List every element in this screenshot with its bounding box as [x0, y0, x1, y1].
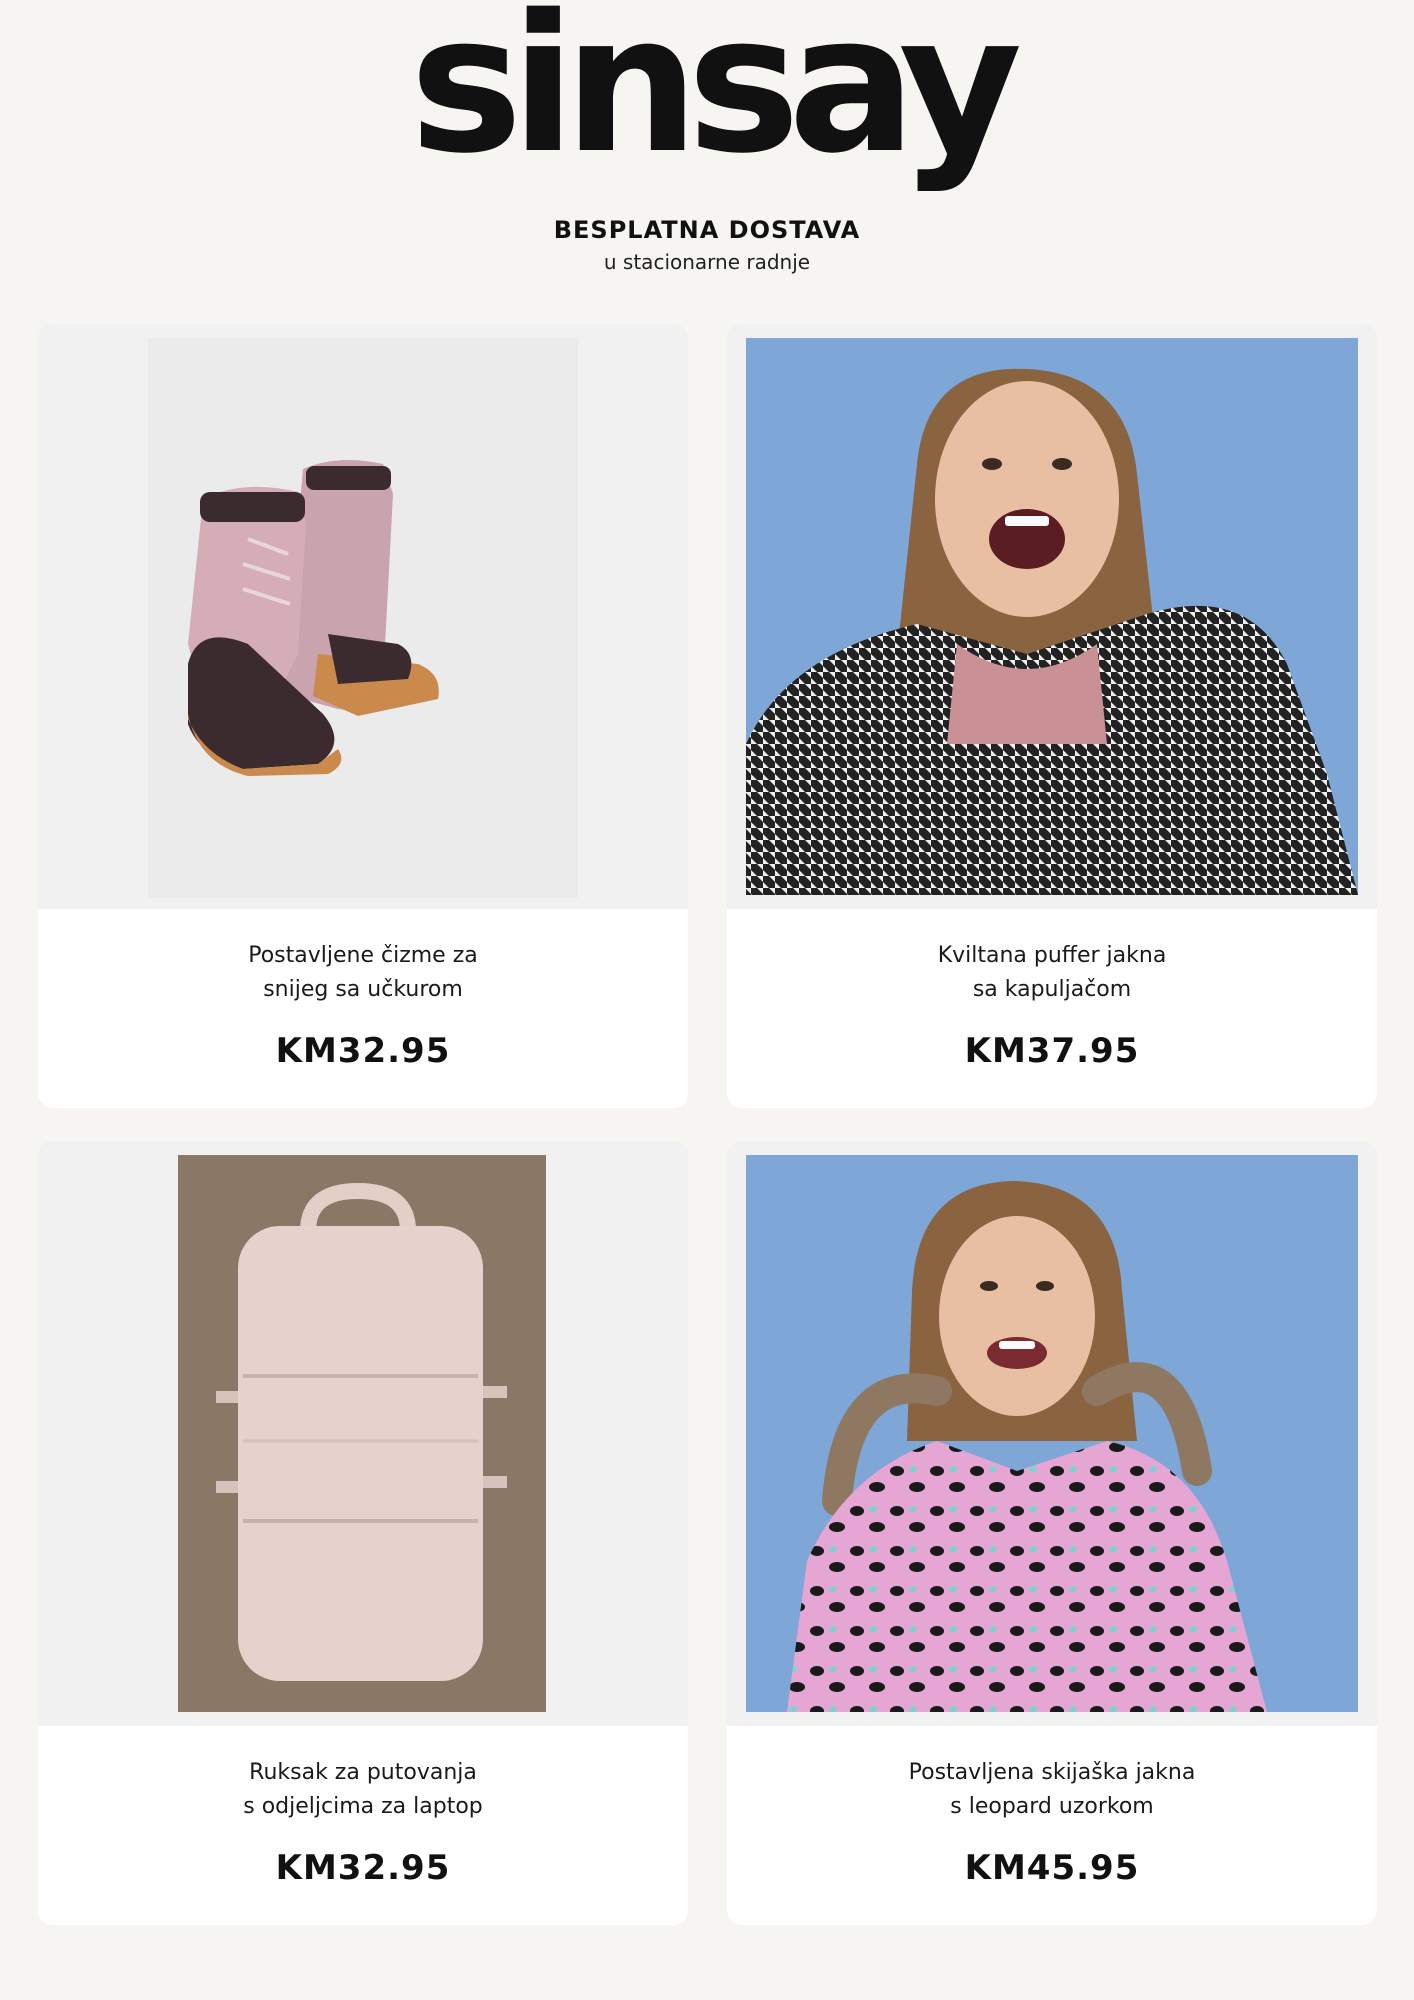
product-name-line1: Ruksak za putovanja	[249, 1760, 477, 1785]
product-price: KM32.95	[275, 1031, 451, 1071]
sinsay-logo[interactable]: sinsay	[409, 0, 1023, 210]
logo-text: sinsay	[409, 0, 1023, 195]
product-name[interactable]: Postavljene čizme za snijeg sa učkurom	[78, 939, 648, 1007]
girl-leopard-ski-jacket-image[interactable]	[727, 1141, 1377, 1726]
product-card-boots[interactable]: Postavljene čizme za snijeg sa učkurom K…	[38, 324, 688, 1108]
product-price: KM37.95	[964, 1031, 1140, 1071]
product-info: Postavljena skijaška jakna s leopard uzo…	[727, 1726, 1377, 1925]
backpack-image[interactable]	[38, 1141, 688, 1726]
product-name-line2: s odjeljcima za laptop	[243, 1794, 483, 1819]
product-name-line1: Kviltana puffer jakna	[937, 943, 1167, 968]
free-delivery-subtitle: u stacionarne radnje	[603, 250, 811, 274]
product-name[interactable]: Kviltana puffer jakna sa kapuljačom	[767, 939, 1337, 1007]
product-name-line2: sa kapuljačom	[972, 977, 1132, 1002]
free-delivery-title: BESPLATNA DOSTAVA	[553, 216, 861, 244]
header: sinsay BESPLATNA DOSTAVA u stacionarne r…	[0, 0, 1414, 290]
snow-boots-image[interactable]	[38, 324, 688, 909]
product-info: Kviltana puffer jakna sa kapuljačom KM37…	[727, 909, 1377, 1108]
product-name[interactable]: Postavljena skijaška jakna s leopard uzo…	[767, 1756, 1337, 1824]
product-name-line1: Postavljena skijaška jakna	[908, 1760, 1196, 1785]
product-info: Postavljene čizme za snijeg sa učkurom K…	[38, 909, 688, 1108]
product-card-ski-jacket[interactable]: Postavljena skijaška jakna s leopard uzo…	[727, 1141, 1377, 1925]
product-price: KM45.95	[964, 1848, 1140, 1888]
product-name-line2: snijeg sa učkurom	[263, 977, 463, 1002]
product-info: Ruksak za putovanja s odjeljcima za lapt…	[38, 1726, 688, 1925]
product-name[interactable]: Ruksak za putovanja s odjeljcima za lapt…	[78, 1756, 648, 1824]
product-card-backpack[interactable]: Ruksak za putovanja s odjeljcima za lapt…	[38, 1141, 688, 1925]
product-name-line2: s leopard uzorkom	[950, 1794, 1154, 1819]
product-price: KM32.95	[275, 1848, 451, 1888]
girl-houndstooth-jacket-image[interactable]	[727, 324, 1377, 909]
product-card-puffer-jacket[interactable]: Kviltana puffer jakna sa kapuljačom KM37…	[727, 324, 1377, 1108]
product-name-line1: Postavljene čizme za	[248, 943, 478, 968]
